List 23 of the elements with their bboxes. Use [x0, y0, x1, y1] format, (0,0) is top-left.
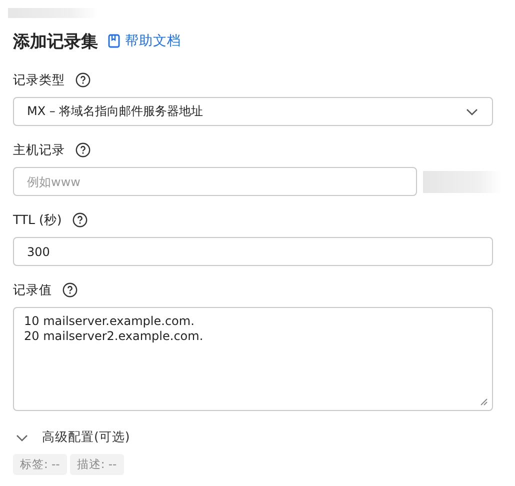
field-label: 主机记录 — [13, 142, 65, 158]
text-line: 10 mailserver.example.com. — [24, 314, 196, 329]
advanced-toggle[interactable]: 高级配置(可选) — [16, 429, 502, 446]
help-icon[interactable] — [75, 142, 91, 158]
tag: 标签: -- — [13, 454, 67, 475]
record-type-select[interactable]: MX – 将域名指向邮件服务器地址 — [13, 97, 493, 126]
resize-handle-icon[interactable] — [480, 398, 488, 406]
help-icon[interactable] — [72, 212, 88, 228]
field-label: 记录类型 — [13, 72, 65, 88]
chevron-down-icon — [466, 108, 478, 116]
help-link[interactable]: 帮助文档 — [108, 32, 181, 50]
help-icon[interactable] — [62, 282, 78, 298]
chevron-down-icon — [16, 434, 28, 442]
field-label: TTL (秒) — [13, 212, 62, 228]
input-field[interactable]: 例如www — [13, 167, 417, 196]
input-field[interactable]: 300 — [13, 237, 493, 266]
page-title: 添加记录集 — [13, 30, 98, 52]
help-icon[interactable] — [75, 72, 91, 88]
field-label: 记录值 — [13, 282, 52, 298]
tag: 描述: -- — [70, 454, 124, 475]
text-area[interactable]: 10 mailserver.example.com. 20 mailserver2.example.com. — [13, 307, 493, 411]
book-icon — [108, 34, 120, 48]
text-line: 20 mailserver2.example.com. — [24, 329, 204, 344]
